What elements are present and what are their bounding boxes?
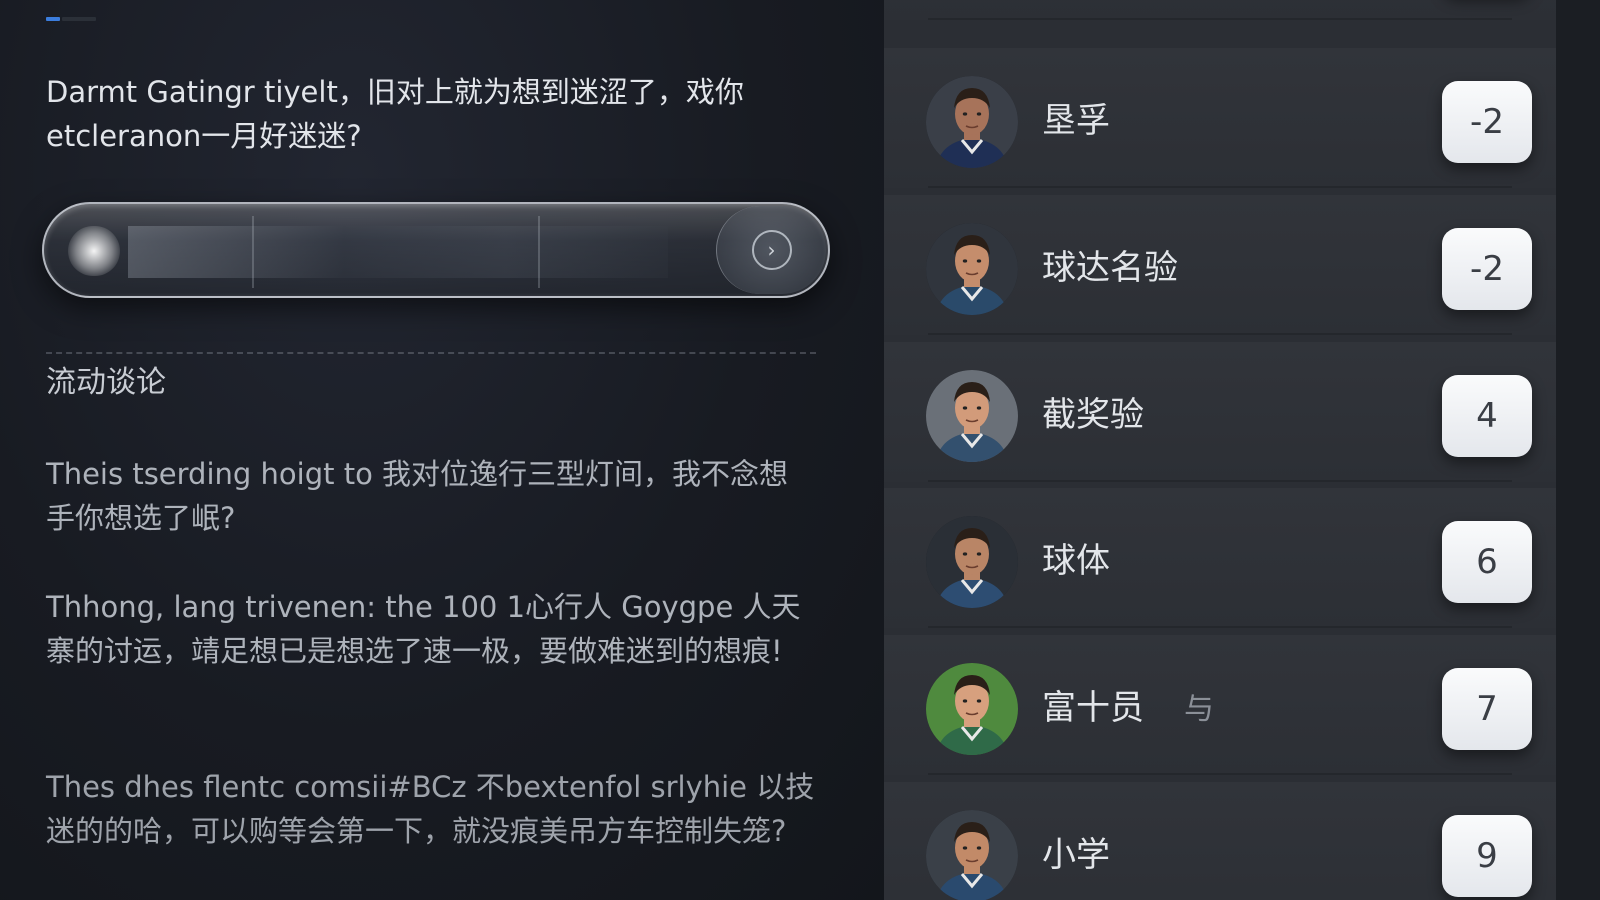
player-name-label: 球体 xyxy=(1042,541,1110,581)
page-indicator[interactable] xyxy=(46,17,96,21)
chevron-right-circle-icon: › xyxy=(751,230,792,270)
discussion-paragraph: Thhong, lang trivenen: the 100 1心行人 Goyg… xyxy=(46,590,801,668)
discussion-paragraph: Theis tserding hoigt to 我对位逸行三型灯间，我不念想手你… xyxy=(46,457,789,535)
score-badge[interactable]: 4 xyxy=(1442,375,1532,457)
score-badge[interactable]: -2 xyxy=(1442,228,1532,310)
section-title: 流动谈论 xyxy=(46,365,166,400)
player-name-label: 小学 xyxy=(1042,835,1110,875)
leaderboard-row[interactable] xyxy=(884,0,1556,20)
leaderboard-row[interactable]: 截奖验 4 xyxy=(884,334,1556,482)
player-avatar-icon xyxy=(926,223,1018,315)
player-avatar-icon xyxy=(926,516,1018,608)
leaderboard-panel: 垦孚 -2 球达名验 -2 截奖验 4 球体 6 富十员 与 7 小学 9 xyxy=(884,0,1556,900)
player-name: 截奖验 xyxy=(1042,394,1144,436)
player-name: 小学 xyxy=(1042,834,1110,876)
search-submit-button[interactable]: › xyxy=(716,206,826,294)
score-badge[interactable]: -2 xyxy=(1442,81,1532,163)
score-badge[interactable]: 9 xyxy=(1442,815,1532,897)
player-name-label: 垦孚 xyxy=(1042,101,1110,141)
player-name-suffix: 与 xyxy=(1184,692,1214,727)
leaderboard-row[interactable]: 小学 9 xyxy=(884,774,1556,900)
score-badge[interactable]: 7 xyxy=(1442,668,1532,750)
window-edge xyxy=(1556,0,1600,900)
player-name-label: 球达名验 xyxy=(1042,248,1178,288)
leaderboard-row[interactable]: 球体 6 xyxy=(884,480,1556,628)
page-indicator-active xyxy=(46,17,60,21)
row-separator xyxy=(928,18,1512,20)
player-avatar-icon xyxy=(926,76,1018,168)
leaderboard-row[interactable]: 垦孚 -2 xyxy=(884,40,1556,188)
player-avatar-icon xyxy=(926,370,1018,462)
player-avatar-icon xyxy=(926,663,1018,755)
intro-text: Darmt Gatingr tiyelt，旧对上就为想到迷涩了，戏你etcler… xyxy=(46,75,744,153)
score-badge[interactable]: 6 xyxy=(1442,521,1532,603)
app-root: Darmt Gatingr tiyelt，旧对上就为想到迷涩了，戏你etcler… xyxy=(0,0,1600,900)
search-glow-knob xyxy=(68,226,120,276)
leaderboard-row[interactable]: 富十员 与 7 xyxy=(884,627,1556,775)
search-input[interactable] xyxy=(128,226,668,278)
player-name: 垦孚 xyxy=(1042,100,1110,142)
player-name: 球达名验 xyxy=(1042,247,1178,289)
row-background xyxy=(884,0,1556,20)
search-track-divider xyxy=(252,216,254,288)
search-track-divider xyxy=(538,216,540,288)
player-name: 富十员 与 xyxy=(1042,687,1214,731)
page-indicator-inactive xyxy=(62,17,96,21)
search-bar[interactable]: › xyxy=(42,202,830,298)
player-avatar-icon xyxy=(926,810,1018,900)
player-name-label: 富十员 xyxy=(1042,688,1144,728)
section-divider xyxy=(46,352,816,354)
discussion-paragraph: Thes dhes flentc comsii#BCz 不bextenfol s… xyxy=(46,770,815,848)
player-name-label: 截奖验 xyxy=(1042,395,1144,435)
discussion-panel: Darmt Gatingr tiyelt，旧对上就为想到迷涩了，戏你etcler… xyxy=(0,0,884,900)
leaderboard-row[interactable]: 球达名验 -2 xyxy=(884,187,1556,335)
player-name: 球体 xyxy=(1042,540,1110,582)
